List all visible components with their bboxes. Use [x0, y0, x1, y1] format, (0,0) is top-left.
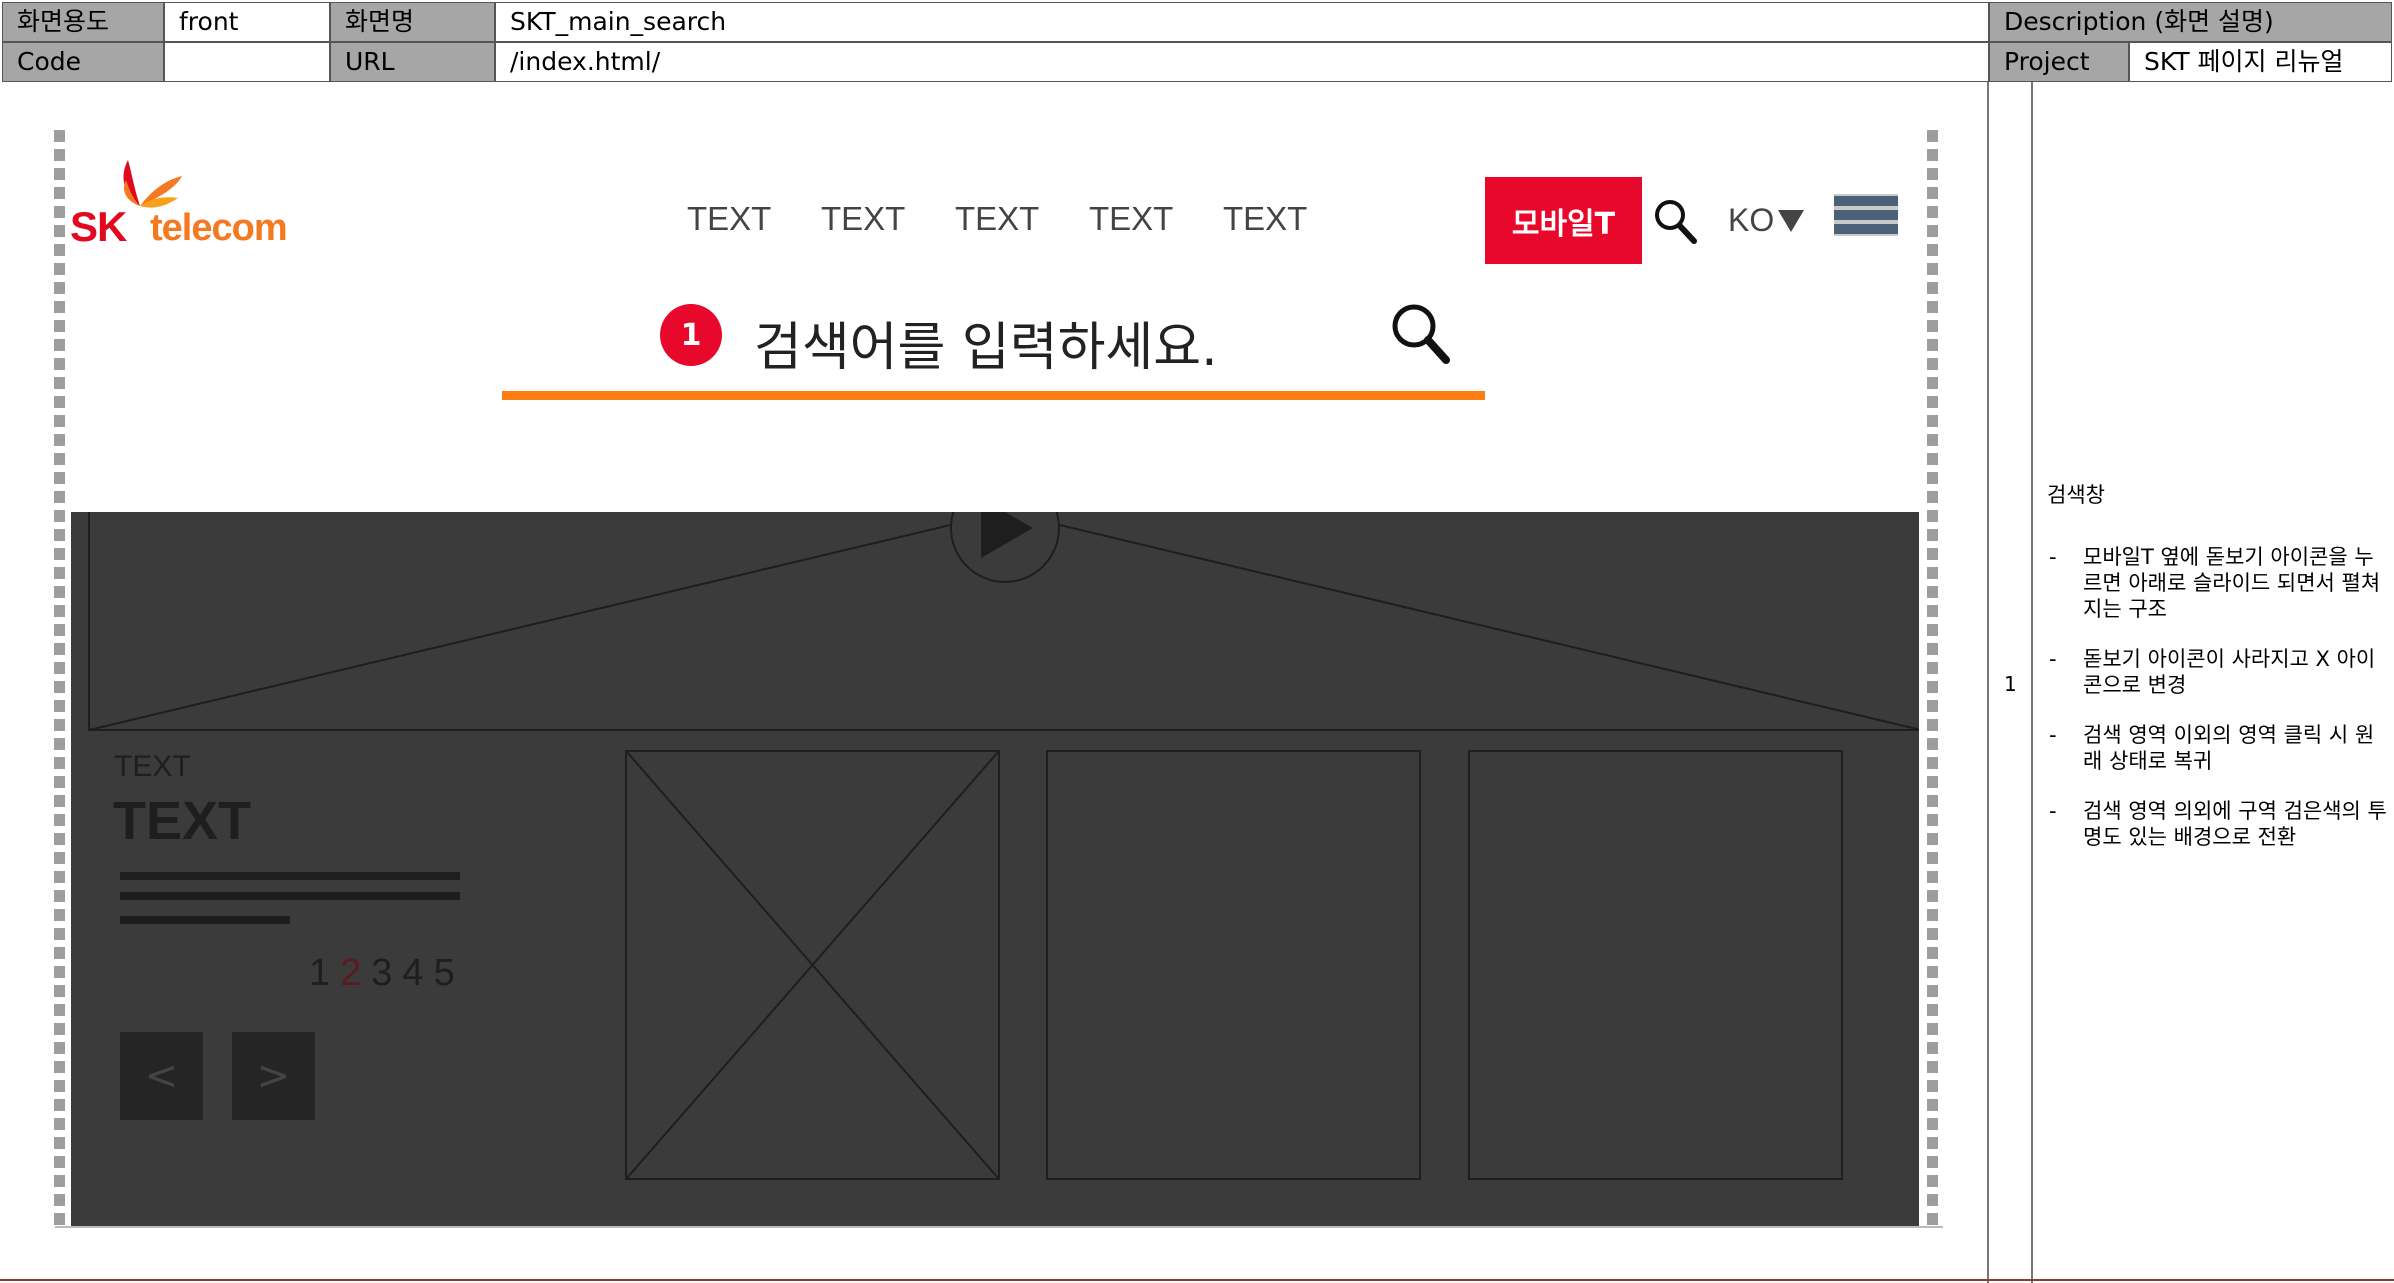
image-placeholder-icon — [627, 752, 998, 1178]
page-number-active[interactable]: 2 — [340, 952, 361, 994]
project-value: SKT 페이지 리뉴얼 — [2129, 42, 2392, 82]
hamburger-icon[interactable] — [1834, 194, 1898, 246]
nav-item-3[interactable]: TEXT — [955, 200, 1039, 238]
image-card-placeholder[interactable] — [625, 750, 1000, 1180]
screen-name-value: SKT_main_search — [495, 2, 1989, 42]
description-panel: 검색창 - 모바일T 옆에 돋보기 아이콘을 누르면 아래로 슬라이드 되면서 … — [2047, 482, 2387, 874]
nav-item-4[interactable]: TEXT — [1089, 200, 1173, 238]
description-label: Description (화면 설명) — [1989, 2, 2392, 42]
code-value — [164, 42, 330, 82]
nav-item-2[interactable]: TEXT — [821, 200, 905, 238]
description-item: - 모바일T 옆에 돋보기 아이콘을 누르면 아래로 슬라이드 되면서 펼쳐지는… — [2047, 544, 2387, 622]
description-item-text: 검색 영역 이외의 영역 클릭 시 원래 상태로 복귀 — [2083, 723, 2375, 773]
url-label: URL — [330, 42, 495, 82]
text-line-placeholder — [120, 892, 460, 900]
pagination: 12345 — [309, 952, 465, 995]
search-underline — [502, 391, 1485, 400]
prev-button[interactable]: < — [120, 1032, 203, 1120]
description-item: - 돋보기 아이콘이 사라지고 X 아이콘으로 변경 — [2047, 646, 2387, 698]
project-label: Project — [1989, 42, 2129, 82]
section-subtitle: TEXT — [114, 750, 191, 783]
logo-sk-text: SK — [70, 203, 127, 250]
page-bottom-border — [0, 1279, 2394, 1281]
description-item-text: 모바일T 옆에 돋보기 아이콘을 누르면 아래로 슬라이드 되면서 펼쳐지는 구… — [2083, 545, 2381, 621]
mobile-t-button[interactable]: 모바일T — [1485, 177, 1642, 264]
url-value: /index.html/ — [495, 42, 1989, 82]
search-input[interactable]: 검색어를 입력하세요. — [754, 305, 1218, 380]
annotation-badge: 1 — [660, 304, 722, 366]
language-selector[interactable]: KO — [1728, 202, 1774, 239]
description-number: 1 — [2004, 672, 2017, 696]
page-number[interactable]: 4 — [402, 952, 423, 994]
page-number[interactable]: 5 — [434, 952, 455, 994]
description-item-text: 돋보기 아이콘이 사라지고 X 아이콘으로 변경 — [2083, 647, 2376, 697]
description-title: 검색창 — [2047, 483, 2105, 507]
description-dash: - — [2049, 799, 2057, 823]
panel-divider-right — [2031, 82, 2033, 1283]
panel-divider-left — [1987, 82, 1989, 1283]
code-label: Code — [2, 42, 164, 82]
section-title: TEXT — [113, 791, 252, 851]
canvas-border-right — [1927, 130, 1938, 1228]
canvas-border-left — [54, 130, 65, 1228]
description-item-text: 검색 영역 의외에 구역 검은색의 투명도 있는 배경으로 전환 — [2083, 799, 2387, 849]
logo-telecom-text: telecom — [150, 207, 288, 249]
page-number[interactable]: 3 — [371, 952, 392, 994]
text-line-placeholder — [120, 916, 290, 924]
description-dash: - — [2049, 723, 2057, 747]
search-icon[interactable] — [1653, 198, 1697, 244]
usage-value: front — [164, 2, 330, 42]
search-submit-icon[interactable] — [1390, 302, 1450, 364]
screen-name-label: 화면명 — [330, 2, 495, 42]
nav-item-1[interactable]: TEXT — [687, 200, 771, 238]
page-number[interactable]: 1 — [309, 952, 330, 994]
description-dash: - — [2049, 545, 2057, 569]
text-line-placeholder — [120, 872, 460, 880]
content-card-placeholder[interactable] — [1468, 750, 1843, 1180]
description-item: - 검색 영역 이외의 영역 클릭 시 원래 상태로 복귀 — [2047, 722, 2387, 774]
description-dash: - — [2049, 647, 2057, 671]
content-card-placeholder[interactable] — [1046, 750, 1421, 1180]
canvas-bottom-rule — [55, 1226, 1943, 1228]
nav-item-5[interactable]: TEXT — [1223, 200, 1307, 238]
description-item: - 검색 영역 의외에 구역 검은색의 투명도 있는 배경으로 전환 — [2047, 798, 2387, 850]
caret-down-icon[interactable] — [1776, 208, 1806, 234]
usage-label: 화면용도 — [2, 2, 164, 42]
dimmed-overlay[interactable]: TEXT TEXT 12345 < > — [71, 512, 1919, 1226]
next-button[interactable]: > — [232, 1032, 315, 1120]
